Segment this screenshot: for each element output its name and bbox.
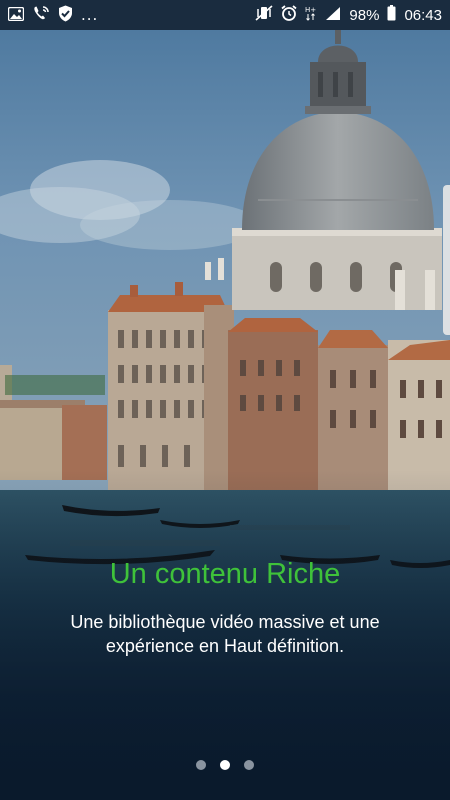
page-indicator (0, 760, 450, 770)
image-icon (7, 6, 25, 25)
network-hplus-icon: H+ (305, 5, 317, 25)
onboarding-screen: ... H+ 98% 06:43 Un contenu Riche Une bi… (0, 0, 450, 800)
page-dot-3[interactable] (244, 760, 254, 770)
signal-icon (325, 6, 341, 25)
page-dot-2-active[interactable] (220, 760, 230, 770)
alarm-icon (281, 5, 297, 25)
wifi-call-icon (32, 5, 50, 25)
status-bar-left: ... (7, 5, 99, 26)
more-notifications-indicator: ... (81, 6, 99, 24)
background-image-venice (0, 30, 450, 800)
clock-time: 06:43 (404, 6, 442, 24)
svg-text:H+: H+ (305, 6, 316, 14)
shield-check-icon (58, 5, 73, 26)
edge-panel-handle[interactable] (443, 185, 450, 335)
vibrate-mute-icon (255, 5, 273, 25)
battery-percent: 98% (349, 6, 380, 24)
page-dot-1[interactable] (196, 760, 206, 770)
status-bar-right: H+ 98% 06:43 (255, 5, 442, 25)
status-bar: ... H+ 98% 06:43 (0, 0, 450, 30)
battery-icon (387, 5, 396, 25)
slide-description: Une bibliothèque vidéo massive et une ex… (70, 612, 380, 656)
slide-title: Un contenu Riche (109, 558, 341, 590)
